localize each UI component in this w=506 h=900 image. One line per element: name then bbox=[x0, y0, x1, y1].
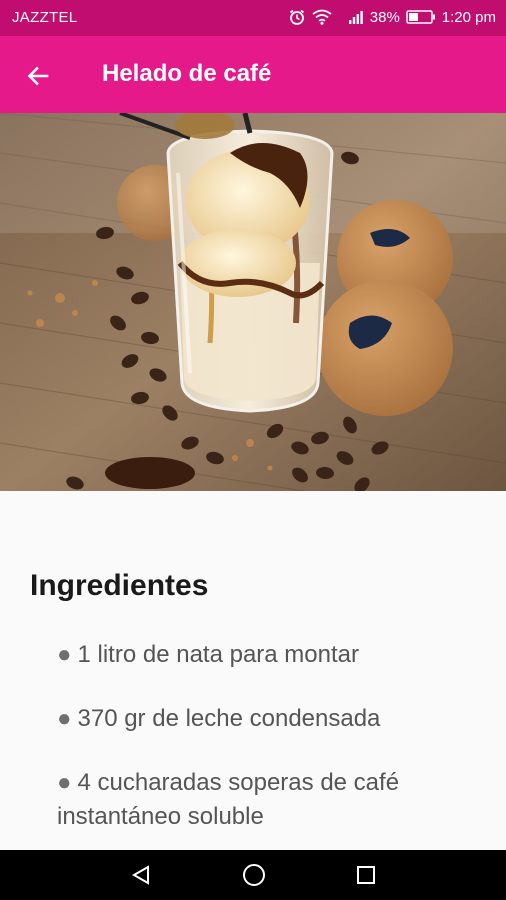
back-triangle-icon bbox=[131, 865, 149, 885]
recents-square-icon bbox=[357, 866, 375, 884]
bullet-icon: ● bbox=[57, 769, 72, 796]
status-indicators: 38% 1:20 pm bbox=[288, 8, 496, 26]
back-button[interactable] bbox=[18, 56, 58, 96]
wifi-icon bbox=[312, 9, 332, 25]
arrow-back-icon bbox=[27, 66, 49, 86]
ingredient-item: ● 1 litro de nata para montar bbox=[57, 638, 477, 672]
alarm-icon bbox=[288, 8, 306, 26]
signal-icon bbox=[348, 9, 364, 25]
bullet-icon: ● bbox=[57, 641, 72, 668]
ingredients-list: ● 1 litro de nata para montar ● 370 gr de … bbox=[57, 638, 477, 864]
ingredients-heading: Ingredientes bbox=[30, 569, 209, 602]
ingredient-text: 1 litro de nata para montar bbox=[77, 641, 360, 668]
recipe-content: Ingredientes ● 1 litro de nata para monta… bbox=[0, 491, 506, 850]
bullet-icon: ● bbox=[57, 705, 72, 732]
recipe-hero-image bbox=[0, 113, 506, 491]
nav-recents-button[interactable] bbox=[351, 860, 381, 890]
battery-icon bbox=[406, 10, 436, 24]
home-circle-icon bbox=[243, 864, 265, 886]
ingredient-text: 4 cucharadas soperas de café instantáneo… bbox=[57, 769, 400, 830]
status-bar: JAZZTEL 38% 1:20 pm bbox=[0, 0, 506, 36]
ingredient-item: ● 4 cucharadas soperas de café instantáne… bbox=[57, 766, 477, 834]
system-nav-bar bbox=[0, 850, 506, 900]
ingredient-text: 370 gr de leche condensada bbox=[77, 705, 381, 732]
page-title: Helado de café bbox=[102, 60, 272, 87]
carrier-label: JAZZTEL bbox=[12, 9, 78, 26]
app-bar: Helado de café bbox=[0, 36, 506, 113]
nav-back-button[interactable] bbox=[126, 860, 156, 890]
app-screen: JAZZTEL 38% 1:20 pm Helado de café Ingre… bbox=[0, 0, 506, 900]
ingredient-item: ● 370 gr de leche condensada bbox=[57, 702, 477, 736]
nav-home-button[interactable] bbox=[239, 860, 269, 890]
battery-percent: 38% bbox=[369, 8, 400, 26]
clock: 1:20 pm bbox=[441, 8, 496, 26]
